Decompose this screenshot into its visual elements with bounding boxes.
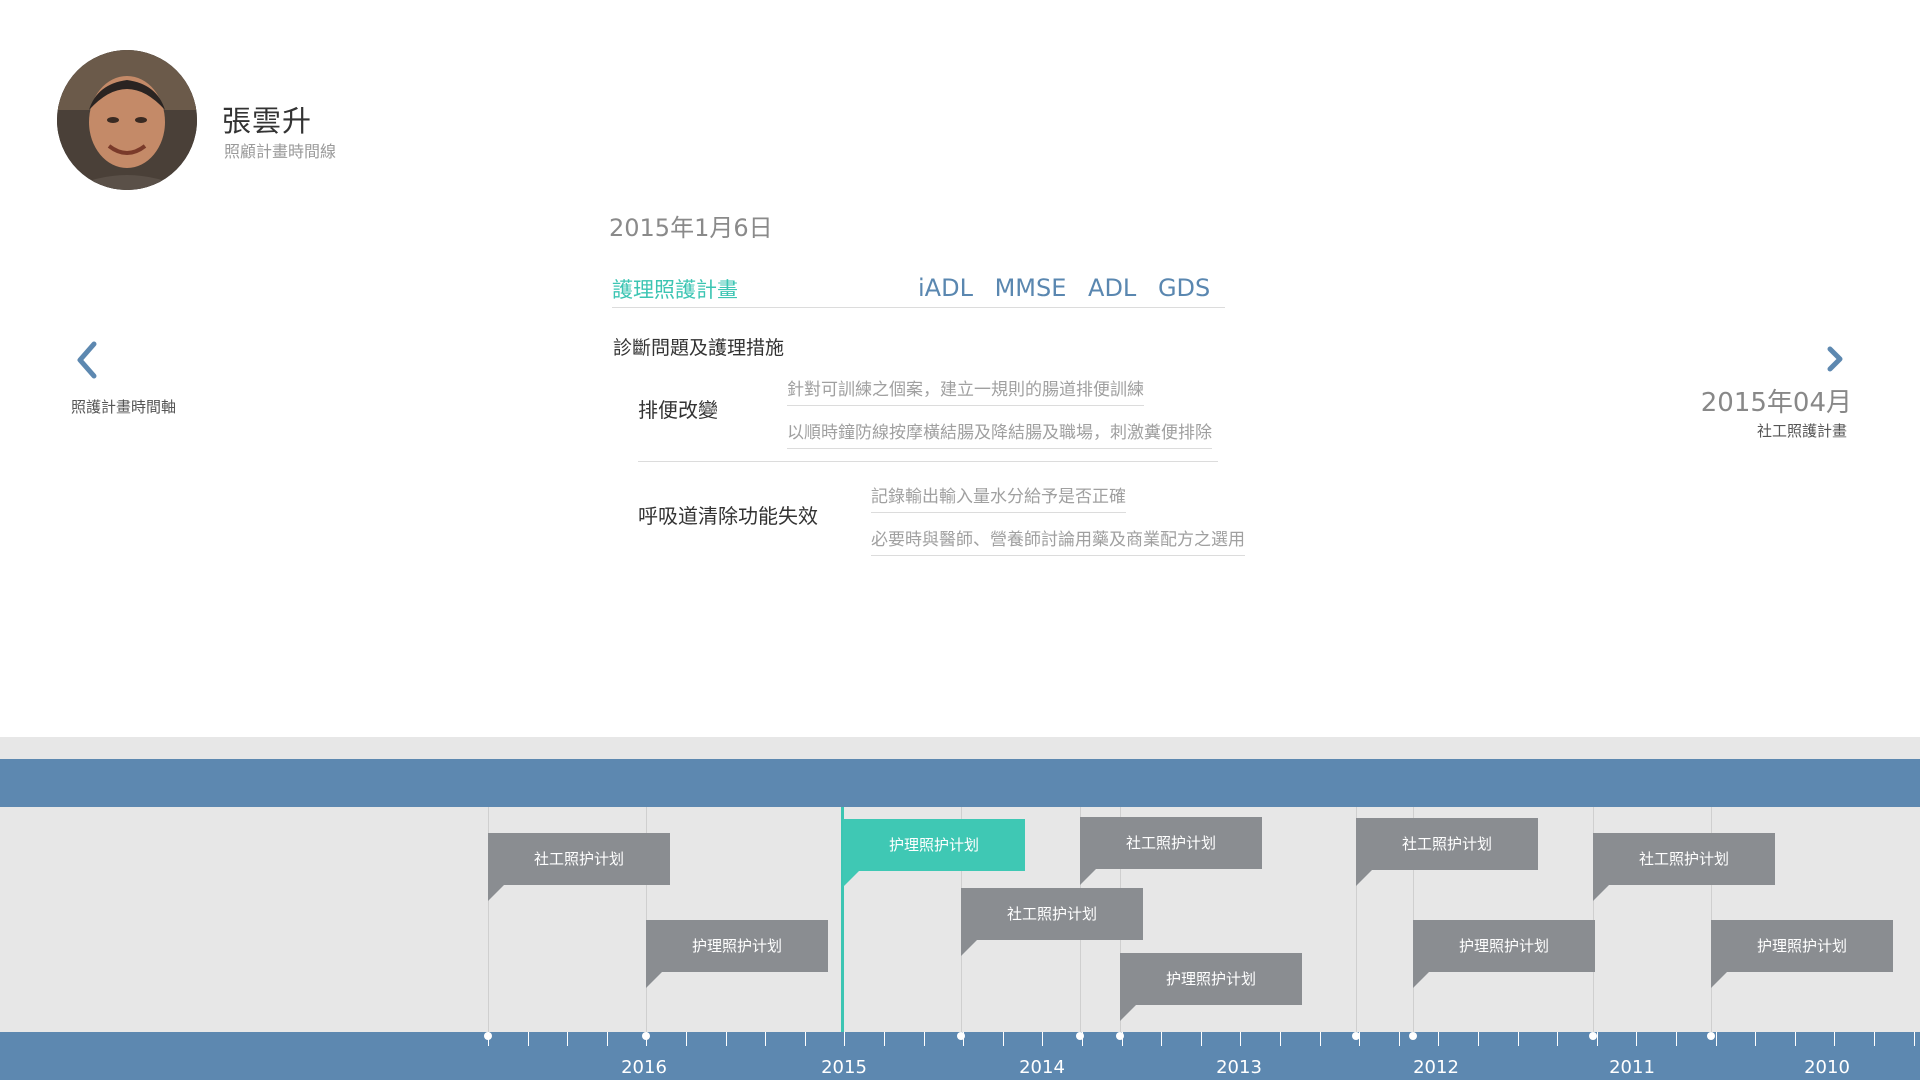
- axis-tick: [1161, 1032, 1162, 1046]
- axis-tick: [805, 1032, 806, 1046]
- axis-tick: [765, 1032, 766, 1046]
- timeline-event[interactable]: 社工照护计划: [488, 833, 670, 901]
- axis-tick: [726, 1032, 727, 1046]
- problem-label: 呼吸道清除功能失效: [638, 504, 818, 528]
- assessment-link-iadl[interactable]: iADL: [918, 274, 973, 302]
- previous-label[interactable]: 照護計畫時間軸: [71, 396, 176, 417]
- patient-name: 張雲升: [222, 104, 313, 138]
- problem-label: 排便改變: [638, 398, 718, 422]
- assessment-link-mmse[interactable]: MMSE: [995, 274, 1067, 302]
- event-dot: [1589, 1032, 1597, 1040]
- year-label: 2012: [1413, 1057, 1459, 1078]
- axis-tick: [1438, 1032, 1439, 1046]
- axis-tick: [1478, 1032, 1479, 1046]
- axis-tick: [1320, 1032, 1321, 1046]
- axis-tick: [1280, 1032, 1281, 1046]
- chevron-left-icon: [77, 341, 97, 379]
- axis-tick: [1597, 1032, 1598, 1046]
- year-label: 2010: [1804, 1057, 1850, 1078]
- next-button[interactable]: [1822, 345, 1848, 373]
- axis-tick: [1240, 1032, 1241, 1046]
- axis-tick: [1755, 1032, 1756, 1046]
- axis-tick: [884, 1032, 885, 1046]
- plan-date: 2015年1月6日: [609, 214, 773, 242]
- event-dot: [1116, 1032, 1124, 1040]
- timeline-event[interactable]: 护理照护计划: [1120, 953, 1302, 1021]
- axis-tick: [1557, 1032, 1558, 1046]
- timeline-event[interactable]: 护理照护计划: [646, 920, 828, 988]
- event-dot: [1352, 1032, 1360, 1040]
- divider: [638, 461, 1218, 462]
- axis-tick: [686, 1032, 687, 1046]
- assessment-link-adl[interactable]: ADL: [1088, 274, 1136, 302]
- year-label: 2011: [1609, 1057, 1655, 1078]
- year-label: 2014: [1019, 1057, 1065, 1078]
- axis-tick: [1003, 1032, 1004, 1046]
- axis-tick: [1636, 1032, 1637, 1046]
- event-dot: [1707, 1032, 1715, 1040]
- nursing-measure: 針對可訓練之個案，建立一規則的腸道排便訓練: [787, 375, 1144, 406]
- previous-button[interactable]: [72, 338, 102, 382]
- patient-subtitle: 照顧計畫時間線: [224, 142, 337, 161]
- event-dot: [957, 1032, 965, 1040]
- nursing-measure: 記錄輸出輸入量水分給予是否正確: [871, 482, 1126, 513]
- axis-tick: [607, 1032, 608, 1046]
- event-dot: [484, 1032, 492, 1040]
- section-title: 診斷問題及護理措施: [613, 337, 785, 359]
- axis-tick: [1874, 1032, 1875, 1046]
- patient-avatar: [57, 50, 197, 190]
- axis-tick: [1042, 1032, 1043, 1046]
- axis-tick: [844, 1032, 845, 1046]
- axis-tick: [1795, 1032, 1796, 1046]
- axis-tick: [1716, 1032, 1717, 1046]
- axis-tick: [1201, 1032, 1202, 1046]
- timeline-event-active[interactable]: 护理照护计划: [843, 819, 1025, 887]
- axis-tick: [567, 1032, 568, 1046]
- assessment-links: iADL MMSE ADL GDS: [918, 274, 1224, 302]
- year-label: 2013: [1216, 1057, 1262, 1078]
- axis-tick: [924, 1032, 925, 1046]
- chevron-right-icon: [1827, 346, 1843, 372]
- axis-tick: [528, 1032, 529, 1046]
- axis-tick: [1914, 1032, 1915, 1046]
- tab-nursing-plan[interactable]: 護理照護計畫: [612, 274, 738, 304]
- next-plan-type[interactable]: 社工照護計畫: [1690, 420, 1847, 441]
- axis-tick: [1518, 1032, 1519, 1046]
- next-plan-date[interactable]: 2015年04月: [1690, 382, 1852, 419]
- event-dot: [1409, 1032, 1417, 1040]
- nursing-measure: 以順時鐘防線按摩橫結腸及降結腸及職場，刺激糞便排除: [787, 418, 1212, 449]
- timeline-event[interactable]: 社工照护计划: [1080, 817, 1262, 885]
- timeline-event[interactable]: 社工照护计划: [1593, 833, 1775, 901]
- event-dot: [642, 1032, 650, 1040]
- assessment-link-gds[interactable]: GDS: [1158, 274, 1210, 302]
- timeline-event[interactable]: 社工照护计划: [961, 888, 1143, 956]
- axis-tick: [1676, 1032, 1677, 1046]
- year-label: 2016: [621, 1057, 667, 1078]
- timeline-header-bar: [0, 759, 1920, 807]
- nursing-measure: 必要時與醫師、營養師討論用藥及商業配方之選用: [871, 525, 1245, 556]
- timeline-event[interactable]: 护理照护计划: [1413, 920, 1595, 988]
- timeline-event[interactable]: 社工照护计划: [1356, 818, 1538, 886]
- axis-tick: [1399, 1032, 1400, 1046]
- timeline-event[interactable]: 护理照护计划: [1711, 920, 1893, 988]
- event-dot: [1076, 1032, 1084, 1040]
- tab-underline: [612, 307, 1225, 308]
- year-label: 2015: [821, 1057, 867, 1078]
- axis-tick: [1834, 1032, 1835, 1046]
